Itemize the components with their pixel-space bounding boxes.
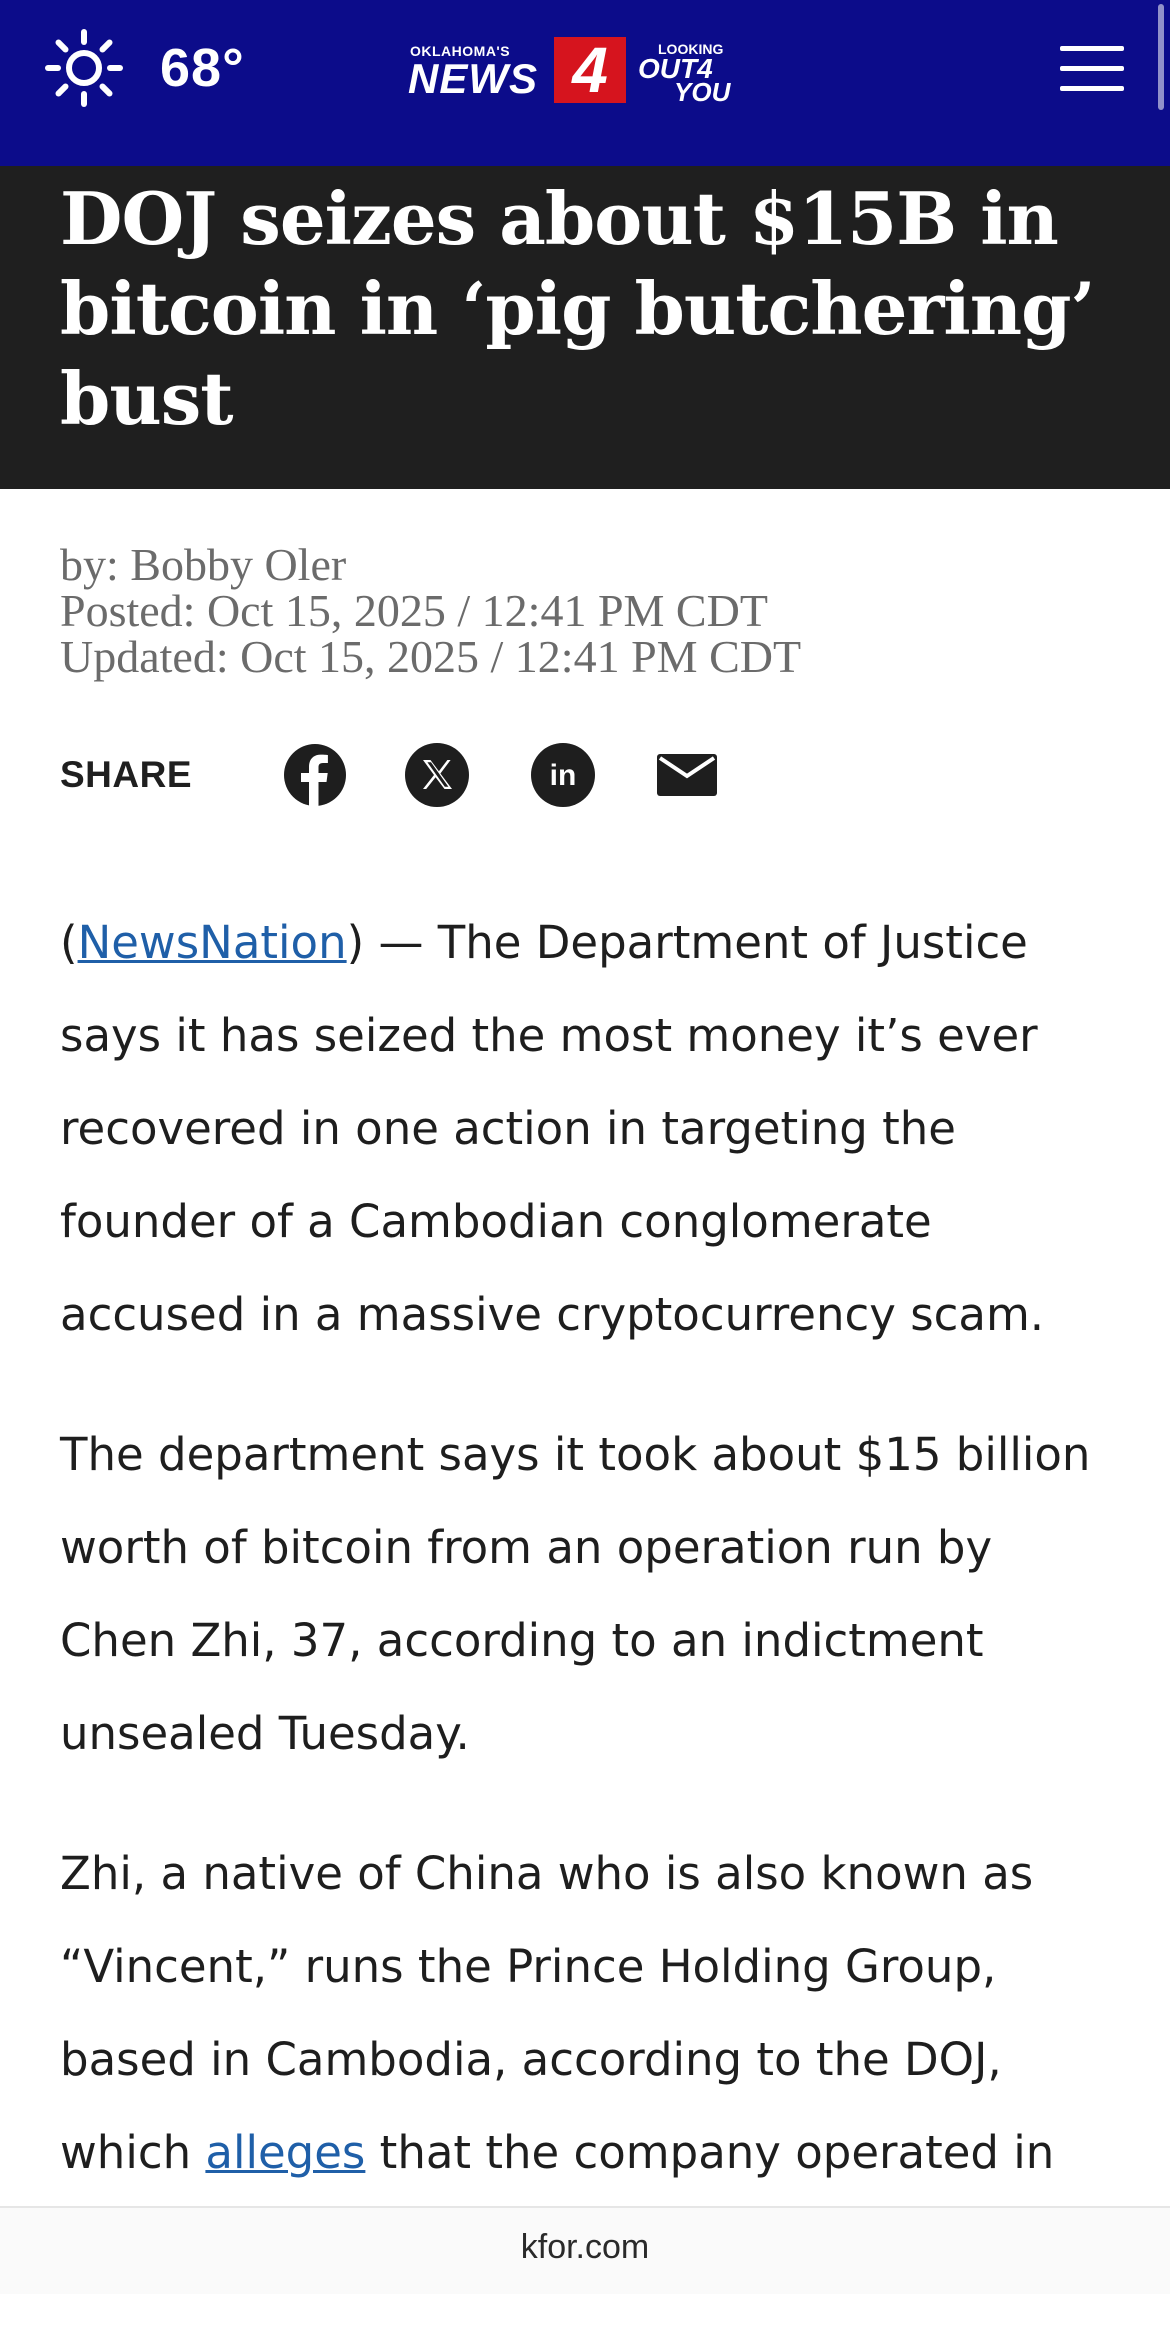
article-paragraph: (NewsNation) — The Department of Justice…: [60, 896, 1120, 1361]
article-body: (NewsNation) — The Department of Justice…: [60, 896, 1120, 2339]
news4-logo: OKLAHOMA'S NEWS 4: [404, 37, 626, 103]
article-headline: DOJ seizes about $15B in bitcoin in ‘pig…: [60, 174, 1120, 444]
paragraph-text: accused in a massive cryptocurrency scam…: [60, 1288, 1045, 1341]
paragraph-text: The department says it took about $15 bi…: [60, 1428, 1091, 1481]
logo-number: 4: [554, 37, 626, 103]
logo-big-text: NEWS: [408, 55, 538, 102]
article-meta: by: Bobby Oler Posted: Oct 15, 2025 / 12…: [60, 542, 1120, 680]
headline-line: bitcoin in ‘pig butchering’: [60, 266, 1096, 351]
newsnation-link[interactable]: NewsNation: [78, 916, 347, 969]
logo-slogan-bottom: YOU: [674, 77, 731, 107]
facebook-icon[interactable]: [282, 742, 348, 808]
headline-line: DOJ seizes about $15B in: [60, 176, 1059, 261]
paragraph-text: founder of a Cambodian conglomerate: [60, 1195, 932, 1248]
open-paren: (: [60, 916, 78, 969]
paragraph-text: Zhi, a native of China who is also known…: [60, 1847, 1034, 1900]
paragraph-text: recovered in one action in targeting the: [60, 1102, 956, 1155]
svg-text:in: in: [550, 759, 577, 792]
scrollbar[interactable]: [1158, 4, 1164, 110]
headline-band: DOJ seizes about $15B in bitcoin in ‘pig…: [0, 166, 1170, 489]
paragraph-text: “Vincent,” runs the Prince Holding Group…: [60, 1940, 997, 1993]
domain-label: kfor.com: [520, 2228, 650, 2266]
temperature: 68°: [160, 38, 245, 98]
article-paragraph: The department says it took about $15 bi…: [60, 1408, 1120, 1780]
browser-address-bar[interactable]: kfor.com: [0, 2206, 1170, 2294]
x-icon[interactable]: [404, 742, 470, 808]
site-logo[interactable]: OKLAHOMA'S NEWS 4 LOOKING OUT4 YOU: [404, 34, 764, 107]
paragraph-text: unsealed Tuesday.: [60, 1707, 470, 1760]
paragraph-text: says it has seized the most money it’s e…: [60, 1009, 1038, 1062]
byline: by: Bobby Oler: [60, 539, 347, 590]
updated-date: Updated: Oct 15, 2025 / 12:41 PM CDT: [60, 631, 802, 682]
top-nav-bar: 68° OKLAHOMA'S NEWS 4 LOOKING OUT4 YOU: [0, 0, 1170, 166]
alleges-link[interactable]: alleges: [205, 2126, 365, 2179]
paragraph-text: ) — The Department of Justice: [346, 916, 1028, 969]
headline-line: bust: [60, 356, 233, 441]
paragraph-text: worth of bitcoin from an operation run b…: [60, 1521, 993, 1574]
share-row: SHARE in: [60, 742, 1120, 816]
paragraph-text: based in Cambodia, according to the DOJ,: [60, 2033, 1002, 2086]
sun-icon: [45, 29, 123, 107]
linkedin-icon[interactable]: in: [530, 742, 596, 808]
logo-slogan: LOOKING OUT4 YOU: [638, 37, 764, 107]
posted-date: Posted: Oct 15, 2025 / 12:41 PM CDT: [60, 585, 768, 636]
email-icon[interactable]: [654, 742, 720, 808]
hamburger-menu-icon[interactable]: [1060, 46, 1124, 92]
share-label: SHARE: [60, 754, 193, 795]
paragraph-text: Chen Zhi, 37, according to an indictment: [60, 1614, 984, 1667]
weather-widget[interactable]: 68°: [44, 28, 245, 108]
paragraph-text: which: [60, 2126, 206, 2179]
